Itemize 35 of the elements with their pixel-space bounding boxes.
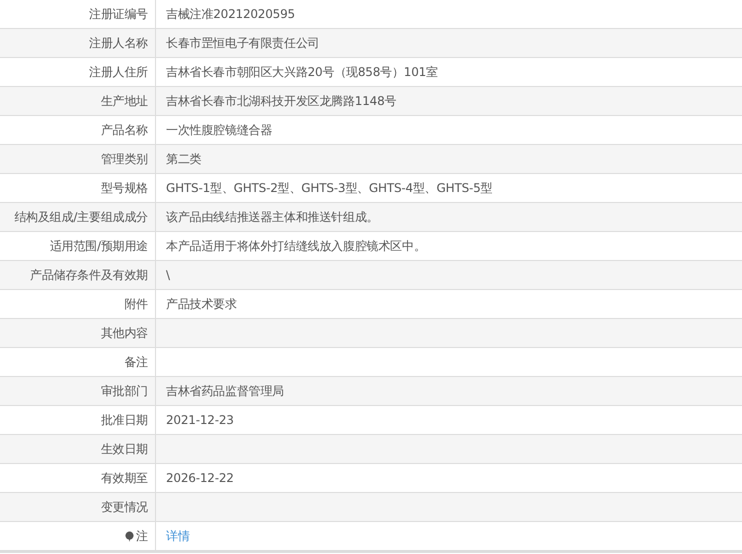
field-value: 长春市罡恒电子有限责任公司 bbox=[166, 34, 320, 52]
field-label: 变更情况 bbox=[100, 498, 148, 516]
field-label: 注册人住所 bbox=[88, 64, 148, 80]
field-value: 吉械注准20212020595 bbox=[166, 6, 295, 22]
field-label: 批准日期 bbox=[100, 412, 148, 428]
field-value: 该产品由线结推送器主体和推送针组成。 bbox=[166, 208, 378, 226]
field-label: 产品储存条件及有效期 bbox=[30, 266, 148, 284]
field-value: 本产品适用于将体外打结缝线放入腹腔镜术区中。 bbox=[166, 238, 426, 254]
field-label: 适用范围/预期用途 bbox=[50, 238, 148, 254]
field-label: 有效期至 bbox=[100, 470, 148, 486]
field-label: 生产地址 bbox=[100, 92, 148, 110]
field-value: 吉林省长春市朝阳区大兴路20号（现858号）101室 bbox=[166, 64, 438, 80]
field-label: 管理类别 bbox=[100, 150, 148, 168]
field-label: 注册证编号 bbox=[88, 6, 148, 22]
pin-icon bbox=[125, 530, 134, 542]
field-value: 吉林省长春市北湖科技开发区龙腾路1148号 bbox=[166, 92, 396, 110]
field-value: 第二类 bbox=[166, 150, 202, 168]
field-value: 2021-12-23 bbox=[166, 413, 234, 427]
field-label: 型号规格 bbox=[100, 180, 148, 196]
field-value: 吉林省药品监督管理局 bbox=[166, 382, 284, 400]
field-label: 结构及组成/主要组成成分 bbox=[14, 208, 148, 226]
details-link[interactable]: 详情 bbox=[166, 528, 190, 544]
field-label: 审批部门 bbox=[100, 382, 148, 400]
field-value: GHTS-1型、GHTS-2型、GHTS-3型、GHTS-4型、GHTS-5型 bbox=[166, 180, 492, 196]
field-label: 注 bbox=[136, 528, 148, 544]
field-value: 一次性腹腔镜缝合器 bbox=[166, 122, 272, 138]
field-label: 生效日期 bbox=[100, 440, 148, 458]
field-value: \ bbox=[166, 268, 170, 282]
field-label: 产品名称 bbox=[100, 122, 148, 138]
field-value: 产品技术要求 bbox=[166, 296, 237, 312]
field-label: 附件 bbox=[124, 296, 148, 312]
field-label: 注册人名称 bbox=[88, 34, 148, 52]
field-label: 备注 bbox=[124, 354, 148, 370]
field-value: 2026-12-22 bbox=[166, 471, 234, 485]
field-label: 其他内容 bbox=[100, 324, 148, 342]
